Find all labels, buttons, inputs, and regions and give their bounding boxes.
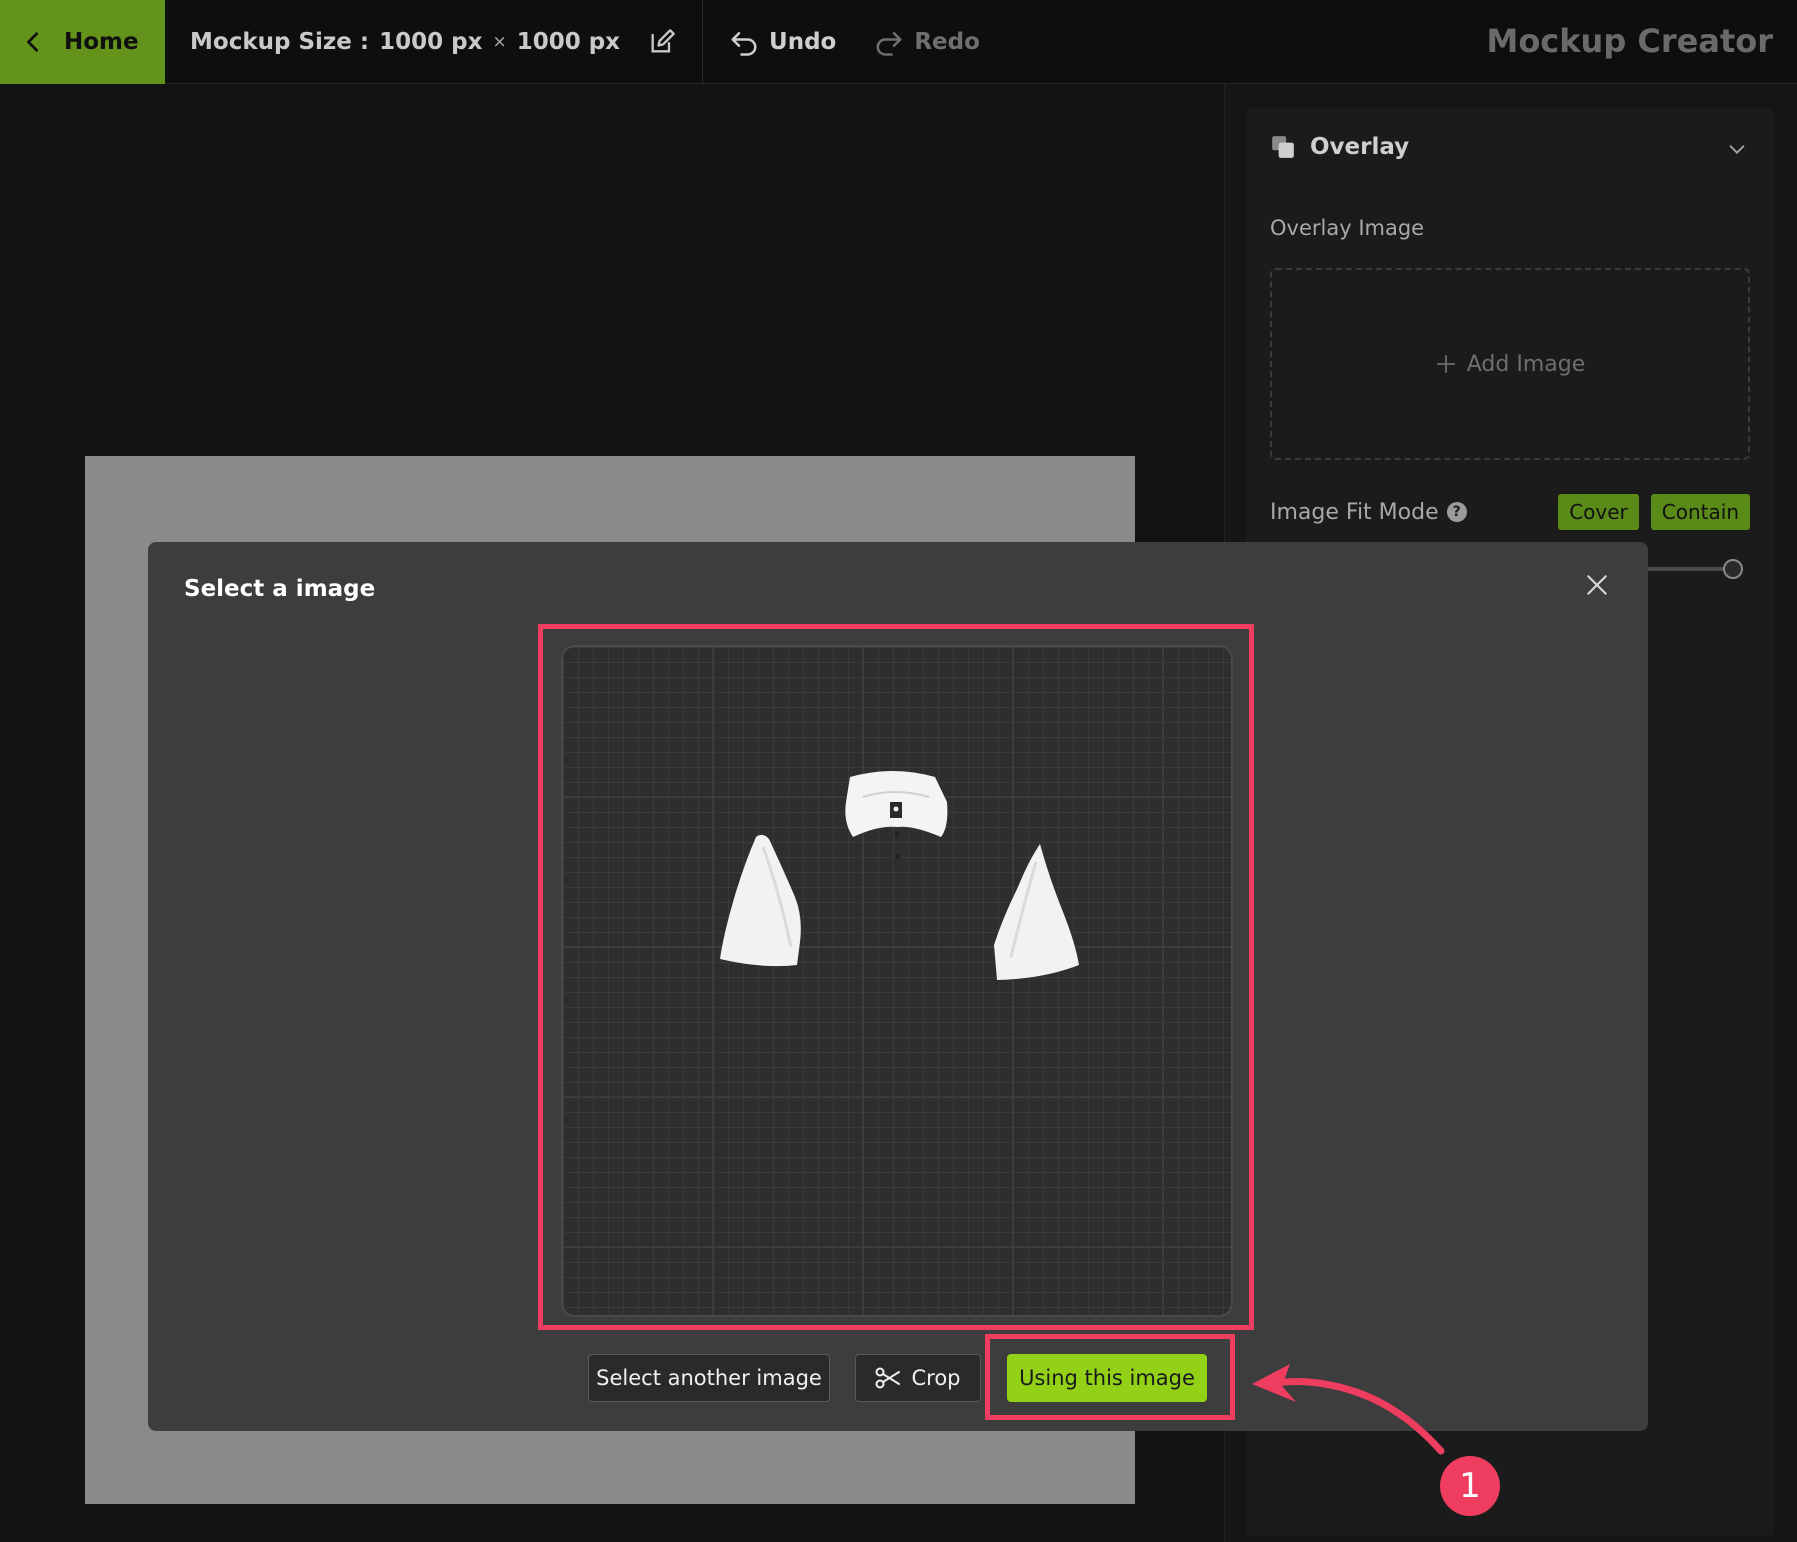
app-title: Mockup Creator xyxy=(1486,22,1773,60)
undo-label: Undo xyxy=(769,28,837,55)
image-fit-mode-row: Image Fit Mode ? Cover Contain xyxy=(1270,494,1750,530)
garment-overlay-image xyxy=(563,647,1231,1315)
overlay-image-label: Overlay Image xyxy=(1270,216,1425,240)
step-badge: 1 xyxy=(1440,1456,1500,1516)
fit-mode-buttons: Cover Contain xyxy=(1558,494,1750,530)
add-image-dropzone[interactable]: Add Image xyxy=(1270,268,1750,460)
select-another-label: Select another image xyxy=(596,1366,822,1390)
edit-icon[interactable] xyxy=(648,28,676,56)
redo-icon xyxy=(876,31,902,56)
home-button[interactable]: Home xyxy=(0,0,165,84)
crop-label: Crop xyxy=(911,1366,961,1390)
select-image-modal: Select a image Select another image Crop… xyxy=(148,542,1648,1431)
chevron-down-icon[interactable] xyxy=(1726,138,1748,160)
mockup-width: 1000 px xyxy=(379,28,483,55)
undo-icon xyxy=(731,31,757,56)
add-image-label: Add Image xyxy=(1466,351,1586,377)
mockup-size-label: Mockup Size : xyxy=(190,28,370,55)
fit-contain-button[interactable]: Contain xyxy=(1650,494,1750,530)
redo-label: Redo xyxy=(914,28,980,55)
redo-button[interactable]: Redo xyxy=(874,27,980,57)
fit-cover-button[interactable]: Cover xyxy=(1558,494,1639,530)
modal-title: Select a image xyxy=(184,576,376,602)
undo-button[interactable]: Undo xyxy=(729,27,836,57)
close-icon[interactable] xyxy=(1584,572,1610,598)
times-symbol: × xyxy=(492,31,507,52)
use-button-highlight xyxy=(985,1334,1235,1420)
top-bar: Home Mockup Size : 1000 px × 1000 px Und… xyxy=(0,0,1797,84)
mockup-size: Mockup Size : 1000 px × 1000 px xyxy=(165,0,704,84)
home-label: Home xyxy=(64,28,139,55)
image-preview xyxy=(561,645,1233,1317)
plus-icon xyxy=(1436,354,1455,374)
image-fit-mode-label: Image Fit Mode ? xyxy=(1270,500,1467,525)
history-controls: Undo Redo xyxy=(703,27,980,57)
chevron-left-icon xyxy=(27,31,39,52)
overlay-panel-header[interactable]: Overlay xyxy=(1270,134,1409,160)
slider-knob[interactable] xyxy=(1723,559,1743,579)
scissors-icon xyxy=(875,1367,901,1389)
help-icon[interactable]: ? xyxy=(1446,502,1467,522)
crop-button[interactable]: Crop xyxy=(855,1354,981,1402)
overlay-panel-title: Overlay xyxy=(1310,134,1410,160)
layers-icon xyxy=(1272,136,1294,158)
mockup-height: 1000 px xyxy=(516,28,621,55)
fit-mode-text: Image Fit Mode xyxy=(1270,499,1439,525)
select-another-image-button[interactable]: Select another image xyxy=(588,1354,830,1402)
